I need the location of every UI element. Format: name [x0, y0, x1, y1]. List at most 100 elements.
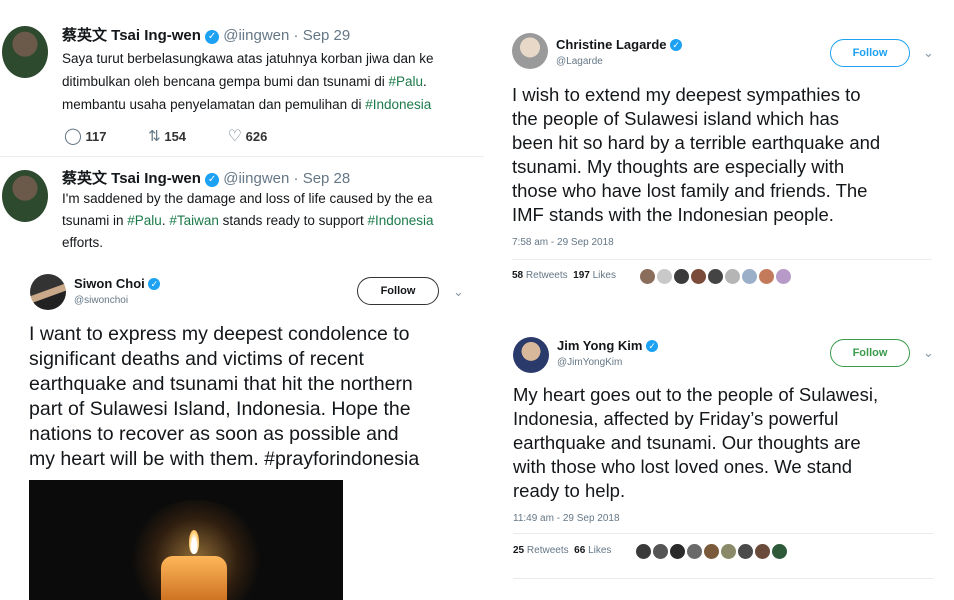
liker-avatars [636, 543, 789, 561]
hashtag-link[interactable]: #Indonesia [365, 97, 431, 112]
verified-badge-icon: ✓ [646, 340, 659, 352]
tweet-line: been hit so hard by a terrible earthquak… [512, 132, 881, 153]
avatar[interactable] [759, 269, 774, 285]
tweet-line: I want to express my deepest condolence … [29, 323, 410, 345]
user-handle[interactable]: @iingwen [223, 27, 289, 44]
avatar[interactable] [691, 269, 706, 285]
tweet-date[interactable]: Sep 29 [303, 27, 351, 44]
avatar[interactable] [708, 269, 723, 285]
likes-count: 66 [574, 545, 586, 556]
separator: · [293, 170, 299, 187]
likes-stat[interactable]: 66 Likes [574, 545, 611, 556]
user-handle[interactable]: @JimYongKim [557, 357, 622, 368]
avatar[interactable] [657, 269, 672, 285]
chevron-down-icon[interactable]: ⌄ [453, 284, 464, 300]
tweet-text: My heart goes out to the people of Sulaw… [513, 383, 878, 503]
avatar[interactable] [725, 269, 740, 285]
avatar[interactable] [2, 170, 48, 222]
tweet-line: Saya turut berbelasungkawa atas jatuhnya… [62, 51, 434, 66]
avatar[interactable] [30, 274, 66, 310]
tweet-line: with those who lost loved ones. We stand [513, 456, 853, 477]
engagement-counts: 58 Retweets 197 Likes [512, 270, 616, 281]
verified-badge-icon: ✓ [205, 173, 220, 187]
candle-flame [189, 530, 199, 554]
avatar[interactable] [742, 269, 757, 285]
like-action[interactable]: ♡ 626 [228, 128, 268, 145]
avatar[interactable] [776, 269, 791, 285]
follow-button[interactable]: Follow [830, 39, 910, 67]
tweet-line: ready to help. [513, 480, 626, 501]
reply-count: 117 [85, 129, 107, 144]
verified-badge-icon: ✓ [670, 39, 683, 51]
text: membantu usaha penyelamatan dan pemuliha… [62, 97, 366, 112]
divider [513, 533, 933, 534]
avatar[interactable] [721, 544, 736, 560]
candle-image[interactable] [29, 480, 343, 600]
follow-button[interactable]: Follow [830, 339, 910, 367]
avatar[interactable] [704, 544, 719, 560]
retweets-stat[interactable]: 58 Retweets [512, 270, 568, 281]
tweet-line: earthquake and tsunami. Our thoughts are [513, 432, 861, 453]
tweet-timestamp[interactable]: 7:58 am - 29 Sep 2018 [512, 237, 614, 248]
display-name[interactable]: Christine Lagarde [556, 37, 667, 52]
avatar[interactable] [653, 544, 668, 560]
tweet-header: 蔡英文 Tsai Ing-wen ✓ @iingwen · Sep 29 [62, 24, 350, 45]
avatar[interactable] [513, 337, 549, 373]
reply-action[interactable]: ◯ 117 [64, 128, 107, 145]
liker-avatars [640, 268, 793, 286]
display-name[interactable]: 蔡英文 Tsai Ing-wen [62, 27, 201, 44]
hashtag-link[interactable]: #Indonesia [367, 213, 433, 228]
retweet-action[interactable]: ⇅ 154 [148, 128, 186, 145]
tweet-line: significant deaths and victims of recent [29, 348, 364, 370]
avatar[interactable] [687, 544, 702, 560]
tweet-line: membantu usaha penyelamatan dan pemuliha… [62, 93, 482, 116]
retweets-stat[interactable]: 25 Retweets [513, 545, 569, 556]
avatar[interactable] [512, 33, 548, 69]
likes-label: Likes [592, 270, 616, 281]
retweets-label: Retweets [525, 270, 568, 281]
like-count: 626 [245, 129, 268, 144]
tweet-timestamp[interactable]: 11:49 am - 29 Sep 2018 [513, 513, 620, 524]
retweet-icon: ⇅ [148, 128, 161, 145]
tweet-line: tsunami. My thoughts are especially with [512, 156, 845, 177]
reply-icon: ◯ [64, 128, 82, 145]
likes-stat[interactable]: 197 Likes [573, 270, 616, 281]
divider [0, 156, 484, 157]
hashtag-link[interactable]: #Palu [388, 74, 423, 89]
avatar[interactable] [772, 544, 787, 560]
tweet-header: Siwon Choi ✓ [74, 276, 161, 291]
user-handle[interactable]: @siwonchoi [74, 295, 128, 306]
tweet-text: I'm saddened by the damage and loss of l… [62, 188, 482, 254]
avatar[interactable] [738, 544, 753, 560]
chevron-down-icon[interactable]: ⌄ [923, 45, 934, 61]
user-handle[interactable]: @Lagarde [556, 56, 603, 67]
avatar[interactable] [670, 544, 685, 560]
likes-label: Likes [588, 545, 612, 556]
avatar[interactable] [755, 544, 770, 560]
tweet-line: those who have lost family and friends. … [512, 180, 868, 201]
hashtag-link[interactable]: #Taiwan [169, 213, 219, 228]
display-name[interactable]: Siwon Choi [74, 276, 145, 291]
hashtag-link[interactable]: #Palu [127, 213, 162, 228]
follow-button[interactable]: Follow [357, 277, 439, 305]
tweet-date[interactable]: Sep 28 [303, 170, 351, 187]
tweet-text: Saya turut berbelasungkawa atas jatuhnya… [62, 47, 482, 116]
tweet-line: tsunami in #Palu. #Taiwan stands ready t… [62, 210, 482, 232]
tweet-line: part of Sulawesi Island, Indonesia. Hope… [29, 398, 411, 420]
text: tsunami in [62, 213, 128, 228]
tweet-header: 蔡英文 Tsai Ing-wen ✓ @iingwen · Sep 28 [62, 167, 350, 188]
tweet-actions: ◯ 117 ⇅ 154 ♡ 626 [64, 126, 267, 146]
avatar[interactable] [636, 544, 651, 560]
display-name[interactable]: 蔡英文 Tsai Ing-wen [62, 170, 201, 187]
verified-badge-icon: ✓ [148, 278, 161, 290]
display-name[interactable]: Jim Yong Kim [557, 338, 642, 353]
avatar[interactable] [640, 269, 655, 285]
retweets-label: Retweets [526, 545, 569, 556]
tweet-line: earthquake and tsunami that hit the nort… [29, 373, 413, 395]
avatar[interactable] [674, 269, 689, 285]
user-handle[interactable]: @iingwen [223, 170, 289, 187]
retweets-count: 58 [512, 270, 524, 281]
avatar[interactable] [2, 26, 48, 78]
chevron-down-icon[interactable]: ⌄ [923, 345, 934, 361]
tweet-line: I'm saddened by the damage and loss of l… [62, 191, 433, 206]
